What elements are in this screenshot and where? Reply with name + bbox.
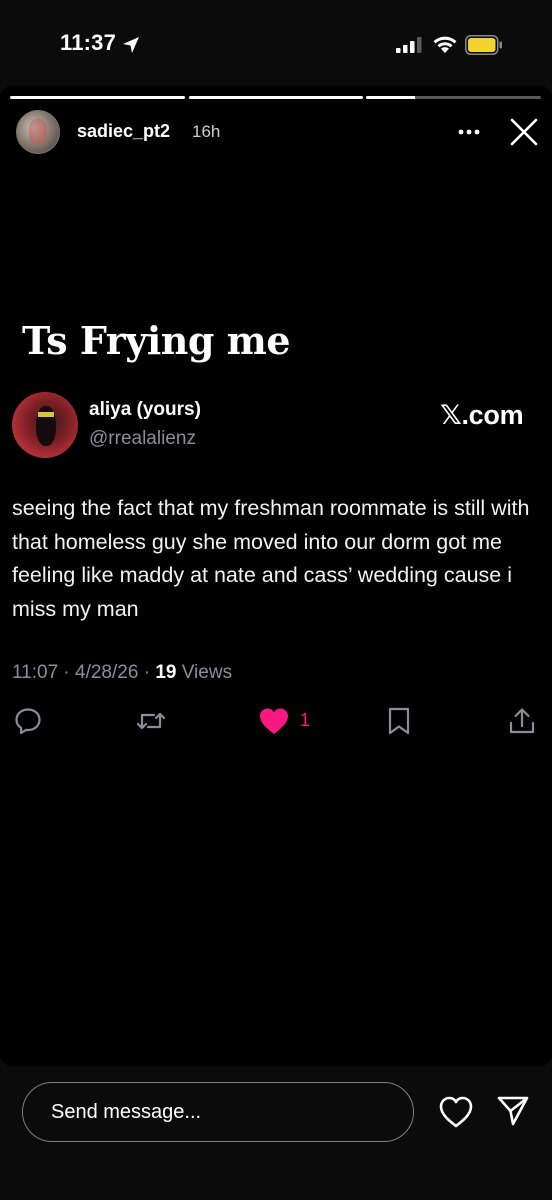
story-time-ago: 16h <box>192 122 221 141</box>
story-username[interactable]: sadiec_pt2 <box>77 121 170 142</box>
send-paper-plane-icon[interactable] <box>496 1094 530 1128</box>
x-logo-domain: .com <box>461 400 524 430</box>
tweet-display-name: aliya (yours) <box>89 399 201 420</box>
tweet-author-avatar <box>12 392 78 458</box>
tweet-views-label: Views <box>176 662 233 683</box>
x-logo-glyph: 𝕏 <box>440 400 462 431</box>
reply-icon <box>15 708 41 735</box>
status-bar: 11:37 <box>0 0 552 86</box>
instagram-story-screen: 11:37 sadiec_pt2 16h Ts Frying me aliya … <box>0 0 552 1200</box>
wifi-icon <box>433 36 457 53</box>
story-caption: Ts Frying me <box>22 318 291 363</box>
story-progress-segment <box>366 96 541 99</box>
tweet-text: seeing the fact that my freshman roommat… <box>12 496 530 621</box>
status-time: 11:37 <box>60 30 117 55</box>
cellular-signal-icon <box>396 37 422 53</box>
story-card[interactable]: sadiec_pt2 16h Ts Frying me aliya (yours… <box>0 86 552 1066</box>
story-progress-segment <box>189 96 363 99</box>
location-arrow-icon <box>123 37 139 53</box>
story-user-avatar[interactable] <box>16 110 60 154</box>
send-message-input[interactable]: Send message... <box>22 1082 414 1142</box>
like-story-heart-icon[interactable] <box>438 1095 474 1129</box>
retweet-icon <box>136 712 166 730</box>
message-placeholder: Send message... <box>51 1101 202 1123</box>
x-com-logo: 𝕏.com <box>440 400 524 431</box>
like-filled-icon <box>260 708 288 734</box>
story-progress-segment <box>10 96 185 99</box>
close-icon[interactable] <box>508 116 540 148</box>
battery-icon <box>465 35 502 55</box>
bookmark-icon <box>388 707 410 735</box>
tweet-timestamp: 11:07 · 4/28/26 · <box>12 662 156 683</box>
like-count: 1 <box>300 710 311 730</box>
tweet-views-count: 19 <box>155 662 177 683</box>
more-options-icon[interactable] <box>455 122 483 142</box>
tweet-handle: @rrealalienz <box>89 428 196 449</box>
home-indicator <box>180 1184 372 1190</box>
share-icon <box>509 708 535 734</box>
tweet-meta: 11:07 · 4/28/26 · 19 Views <box>12 662 232 684</box>
